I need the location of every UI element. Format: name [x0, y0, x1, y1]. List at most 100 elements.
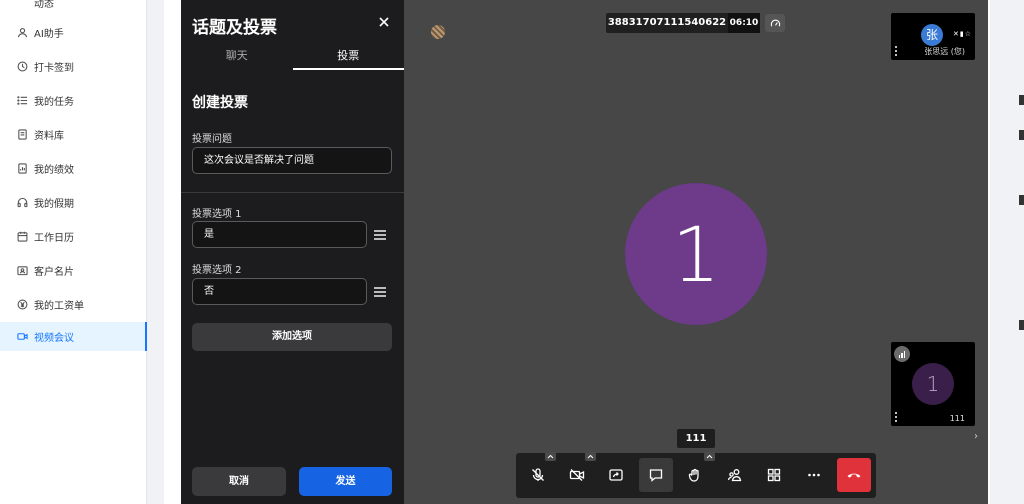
mic-toggle-button[interactable] [521, 458, 555, 492]
sidebar-item-label: 客户名片 [34, 266, 74, 278]
calendar-icon [16, 230, 28, 242]
more-options-button[interactable] [797, 458, 831, 492]
sidebar-item-label: 工作日历 [34, 232, 74, 244]
sidebar-item-ai-assistant[interactable]: AI助手 [0, 17, 147, 47]
sidebar-item-tasks[interactable]: 我的任务 [0, 85, 147, 115]
sidebar-item-business-cards[interactable]: 客户名片 [0, 255, 147, 285]
edge-marker [1019, 130, 1024, 140]
send-button[interactable]: 发送 [299, 467, 392, 496]
more-vertical-icon[interactable] [895, 46, 898, 56]
raise-hand-button[interactable] [678, 458, 712, 492]
meeting-timer: 06:10 [728, 13, 760, 33]
star-icon: ☆ [964, 30, 972, 38]
chat-icon [649, 469, 663, 482]
participants-button[interactable] [718, 458, 752, 492]
more-vertical-icon[interactable] [895, 412, 898, 422]
sidebar-item-label: 资料库 [34, 130, 64, 142]
panel-title: 话题及投票 [192, 18, 277, 38]
mic-muted-icon: ✕ [952, 30, 960, 38]
tab-vote[interactable]: 投票 [292, 44, 404, 70]
self-status-icons: ✕▮☆ [953, 30, 972, 38]
active-speaker-label: 111 [677, 429, 715, 448]
drag-handle-icon[interactable] [374, 287, 386, 297]
main-speaker-avatar: 1 [625, 183, 767, 325]
sidebar-item-calendar[interactable]: 工作日历 [0, 221, 147, 251]
divider [181, 192, 404, 193]
id-card-icon [16, 264, 28, 276]
user-icon [16, 26, 28, 38]
sidebar-item-leave[interactable]: 我的假期 [0, 187, 147, 217]
sidebar-item-label: 我的绩效 [34, 164, 74, 176]
clock-icon [16, 60, 28, 72]
sidebar-item-label: 我的工资单 [34, 300, 84, 312]
topic-vote-panel: 话题及投票 聊天 投票 创建投票 投票问题 这次会议是否解决了问题 投票选项 1… [181, 0, 404, 504]
signal-strength-icon [894, 346, 910, 362]
add-option-button[interactable]: 添加选项 [192, 323, 392, 351]
right-edge [990, 0, 1024, 504]
sidebar-item-video-meeting[interactable]: 视频会议 [0, 322, 147, 351]
feed-icon [16, 0, 28, 8]
grid-view-button[interactable] [757, 458, 791, 492]
sidebar-item-performance[interactable]: 我的绩效 [0, 153, 147, 183]
hand-options-caret[interactable] [704, 452, 715, 461]
video-icon [16, 331, 28, 343]
sidebar-item-label: 我的假期 [34, 198, 74, 210]
sidebar-item-label: 动态 [34, 0, 54, 10]
participant-avatar: 1 [912, 363, 954, 405]
mic-off-icon [532, 468, 544, 481]
app-sidebar: 动态 AI助手 打卡签到 我的任务 资料库 我的绩效 我的假期 工作日历 客户名… [0, 0, 147, 504]
meeting-toolbar [516, 452, 876, 498]
network-speed-icon[interactable] [765, 14, 785, 32]
camera-off-icon [569, 469, 585, 481]
option2-input[interactable]: 否 [192, 278, 367, 305]
document-icon [16, 128, 28, 140]
camera-toggle-button[interactable] [560, 458, 594, 492]
participant-name: 111 [949, 414, 965, 423]
sidebar-item-label: 我的任务 [34, 96, 74, 108]
panel-tabs: 聊天 投票 [181, 44, 404, 70]
camera-options-caret[interactable] [585, 452, 596, 461]
hangup-button[interactable] [837, 458, 871, 492]
content-gutter [148, 0, 164, 504]
tab-chat[interactable]: 聊天 [181, 44, 293, 70]
sidebar-item-payslip[interactable]: 我的工资单 [0, 289, 147, 319]
edge-marker [1019, 195, 1024, 205]
option1-label: 投票选项 1 [192, 209, 242, 220]
question-label: 投票问题 [192, 134, 232, 145]
raise-hand-icon [688, 468, 699, 482]
mic-options-caret[interactable] [545, 452, 556, 461]
option2-label: 投票选项 2 [192, 265, 242, 276]
headphones-icon [16, 196, 28, 208]
option1-input[interactable]: 是 [192, 221, 367, 248]
sidebar-item-label: 视频会议 [34, 333, 74, 344]
chevron-right-icon[interactable]: › [974, 431, 978, 442]
self-video-tile[interactable]: 张 ✕▮☆ 张思远 (您) [891, 13, 975, 60]
self-avatar: 张 [921, 24, 943, 46]
reaction-sticker [431, 25, 445, 39]
edge-marker [1019, 320, 1024, 330]
share-screen-button[interactable] [599, 458, 633, 492]
sidebar-item-feed[interactable]: 动态 [0, 0, 147, 17]
participants-icon [727, 469, 742, 482]
more-icon [808, 473, 820, 477]
list-icon [16, 94, 28, 106]
sidebar-item-check-in[interactable]: 打卡签到 [0, 51, 147, 81]
chat-button[interactable] [639, 458, 673, 492]
yen-icon [16, 298, 28, 310]
question-input[interactable]: 这次会议是否解决了问题 [192, 147, 392, 174]
share-screen-icon [609, 469, 623, 481]
close-icon[interactable] [377, 14, 391, 28]
cancel-button[interactable]: 取消 [192, 467, 286, 496]
self-name: 张思远 (您) [924, 47, 965, 56]
section-title: 创建投票 [192, 95, 248, 111]
sidebar-item-library[interactable]: 资料库 [0, 119, 147, 149]
report-icon [16, 162, 28, 174]
sidebar-item-label: 打卡签到 [34, 62, 74, 74]
participant-video-tile[interactable]: 1 111 [891, 342, 975, 426]
drag-handle-icon[interactable] [374, 230, 386, 240]
edge-marker [1019, 95, 1024, 105]
sidebar-item-label: AI助手 [34, 28, 64, 40]
meeting-id: 38831707111540622 [606, 13, 728, 33]
grid-icon [767, 468, 781, 482]
hangup-icon [847, 473, 861, 478]
